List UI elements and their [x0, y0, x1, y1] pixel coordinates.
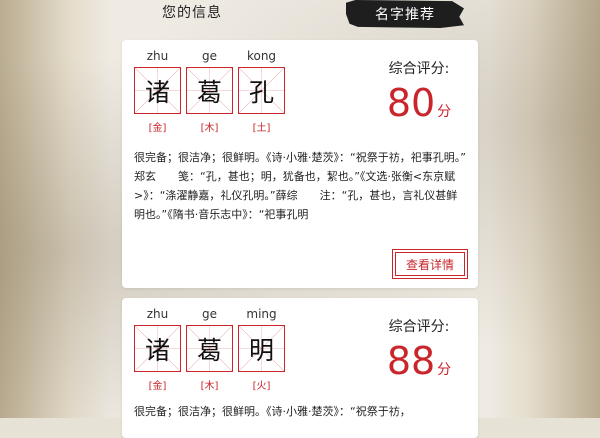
char-column: ge 葛 [木]: [186, 48, 233, 134]
char: 葛: [196, 77, 222, 107]
name-characters: zhu 诸 [金] ge 葛 [木] ming 明 [火]: [134, 306, 285, 392]
name-description: 很完备；很洁净；很鲜明。《诗·小雅·楚茨》：“祝祭于祊，: [134, 405, 411, 418]
five-element-tag: [木]: [200, 123, 219, 134]
char-grid-box: 明: [238, 325, 285, 372]
pinyin: zhu: [146, 49, 169, 63]
tab-name-recommend[interactable]: 名字推荐: [346, 0, 464, 28]
char: 诸: [144, 77, 170, 107]
char-column: zhu 诸 [金]: [134, 306, 181, 392]
tab-name-recommend-label: 名字推荐: [375, 7, 435, 23]
five-element-tag: [金]: [148, 123, 167, 134]
five-element-tag: [木]: [200, 381, 219, 392]
pinyin: ming: [246, 307, 277, 321]
score-unit: 分: [437, 104, 452, 120]
score-value: 88: [386, 339, 436, 383]
view-details-button[interactable]: 查看详情: [392, 249, 468, 279]
tab-your-info[interactable]: 您的信息: [162, 2, 222, 22]
score-unit: 分: [437, 362, 452, 378]
score-row: 88 分: [374, 340, 464, 382]
char-column: kong 孔 [土]: [238, 48, 285, 134]
char: 诸: [144, 335, 170, 365]
pinyin: ge: [202, 307, 217, 321]
name-characters: zhu 诸 [金] ge 葛 [木] kong 孔 [土]: [134, 48, 285, 134]
char-column: zhu 诸 [金]: [134, 48, 181, 134]
char-grid-box: 葛: [186, 325, 233, 372]
five-element-tag: [火]: [252, 381, 271, 392]
char-column: ge 葛 [木]: [186, 306, 233, 392]
pinyin: zhu: [146, 307, 169, 321]
pinyin: kong: [246, 49, 277, 63]
score-label: 综合评分:: [388, 61, 450, 77]
score-value: 80: [386, 81, 436, 125]
view-details-label: 查看详情: [405, 257, 454, 272]
char-grid-box: 诸: [134, 67, 181, 114]
char-column: ming 明 [火]: [238, 306, 285, 392]
char: 葛: [196, 335, 222, 365]
char: 孔: [248, 77, 274, 107]
name-description: 很完备；很洁净；很鲜明。《诗·小雅·楚茨》：“祝祭于祊，祀事孔明。” 郑玄 笺：…: [134, 151, 488, 221]
score-label: 综合评分:: [388, 319, 450, 335]
score-block: 综合评分: 80 分: [374, 58, 464, 124]
five-element-tag: [金]: [148, 381, 167, 392]
char-grid-box: 孔: [238, 67, 285, 114]
char-grid-box: 诸: [134, 325, 181, 372]
five-element-tag: [土]: [252, 123, 271, 134]
name-card: zhu 诸 [金] ge 葛 [木] kong 孔 [土] 综合评分: 80 分 …: [122, 40, 478, 288]
char-grid-box: 葛: [186, 67, 233, 114]
score-row: 80 分: [374, 82, 464, 124]
score-block: 综合评分: 88 分: [374, 316, 464, 382]
pinyin: ge: [202, 49, 217, 63]
name-card: zhu 诸 [金] ge 葛 [木] ming 明 [火] 综合评分: 88 分 …: [122, 298, 478, 438]
char: 明: [248, 335, 274, 365]
